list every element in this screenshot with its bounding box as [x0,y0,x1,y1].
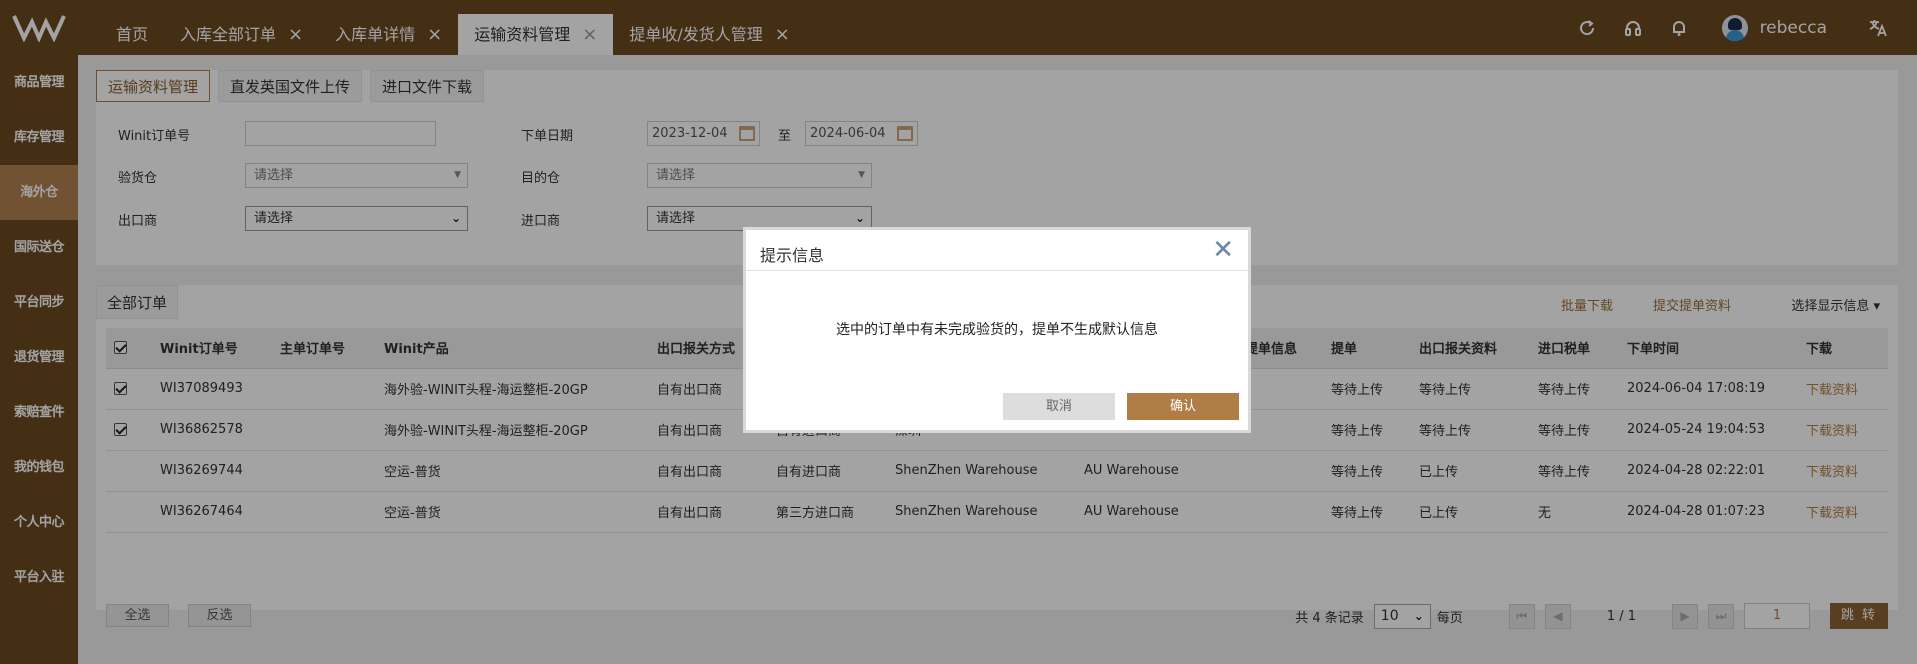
info-dialog: 提示信息 ✕ 选中的订单中有未完成验货的，提单不生成默认信息 取消 确认 [743,227,1251,433]
cancel-button[interactable]: 取消 [1003,393,1115,420]
confirm-button[interactable]: 确认 [1127,393,1239,420]
dialog-message: 选中的订单中有未完成验货的，提单不生成默认信息 [836,322,1158,338]
dialog-divider [746,270,1248,271]
close-icon[interactable]: ✕ [1212,235,1234,265]
dialog-title: 提示信息 [760,246,825,265]
